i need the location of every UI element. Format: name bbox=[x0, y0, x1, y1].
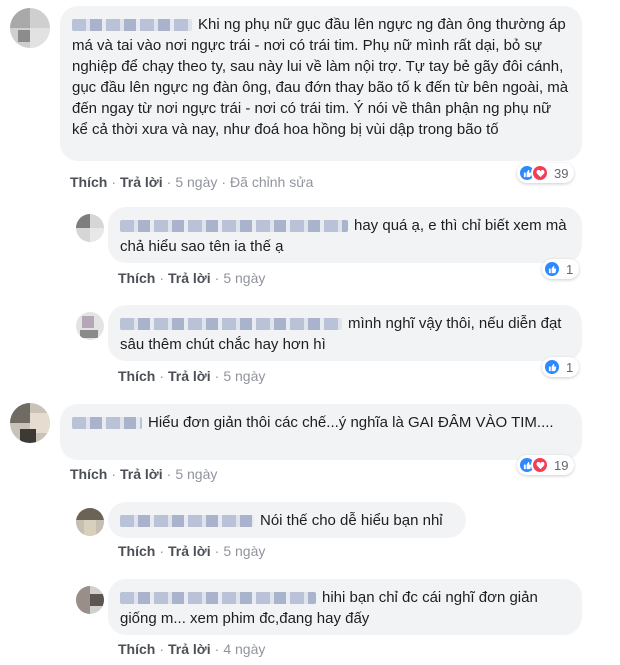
reaction-count: 19 bbox=[554, 457, 569, 473]
author-name-blurred[interactable] bbox=[120, 220, 348, 233]
reaction-count: 1 bbox=[566, 261, 574, 277]
avatar[interactable] bbox=[10, 403, 50, 443]
comment-bubble: hihi bạn chỉ đc cái nghĩ đơn giản giống … bbox=[108, 579, 582, 635]
author-name-blurred[interactable] bbox=[120, 515, 254, 528]
comment-bubble: Hiểu đơn giản thôi các chế...ý nghĩa là … bbox=[60, 404, 582, 460]
comment-actions: Thích · Trả lời · 5 ngày bbox=[118, 270, 266, 286]
reply-link[interactable]: Trả lời bbox=[168, 641, 211, 657]
comment-actions: Thích · Trả lời · 5 ngày bbox=[118, 368, 266, 384]
author-name-blurred[interactable] bbox=[120, 592, 316, 605]
avatar[interactable] bbox=[76, 586, 104, 614]
author-name-blurred[interactable] bbox=[72, 417, 142, 430]
reaction-summary[interactable]: 1 bbox=[542, 357, 580, 377]
timestamp[interactable]: 5 ngày bbox=[175, 466, 217, 482]
avatar[interactable] bbox=[10, 8, 50, 48]
comment-text: Nói thế cho dễ hiểu bạn nhỉ bbox=[260, 512, 443, 529]
reaction-count: 1 bbox=[566, 359, 574, 375]
like-link[interactable]: Thích bbox=[70, 174, 107, 190]
like-icon bbox=[543, 260, 561, 278]
reaction-summary[interactable]: 19 bbox=[517, 455, 575, 475]
reaction-count: 39 bbox=[554, 165, 569, 181]
comment-bubble: hay quá ạ, e thì chỉ biết xem mà chả hiể… bbox=[108, 207, 582, 263]
like-icon bbox=[543, 358, 561, 376]
comment-bubble: Nói thế cho dễ hiểu bạn nhỉ bbox=[108, 502, 466, 538]
like-link[interactable]: Thích bbox=[118, 368, 155, 384]
comment-bubble: Khi ng phụ nữ gục đầu lên ngực ng đàn ôn… bbox=[60, 6, 582, 161]
reply-link[interactable]: Trả lời bbox=[120, 466, 163, 482]
reaction-summary[interactable]: 1 bbox=[542, 259, 580, 279]
timestamp[interactable]: 5 ngày bbox=[223, 270, 265, 286]
reply-link[interactable]: Trả lời bbox=[168, 543, 211, 559]
like-link[interactable]: Thích bbox=[70, 466, 107, 482]
timestamp[interactable]: 5 ngày bbox=[223, 543, 265, 559]
love-icon bbox=[531, 456, 549, 474]
like-link[interactable]: Thích bbox=[118, 641, 155, 657]
comment-text: Khi ng phụ nữ gục đầu lên ngực ng đàn ôn… bbox=[72, 16, 569, 138]
like-link[interactable]: Thích bbox=[118, 543, 155, 559]
edited-label: Đã chỉnh sửa bbox=[230, 174, 314, 190]
author-name-blurred[interactable] bbox=[120, 318, 342, 331]
reply-link[interactable]: Trả lời bbox=[120, 174, 163, 190]
avatar[interactable] bbox=[76, 312, 104, 340]
comment-actions: Thích · Trả lời · 5 ngày bbox=[118, 543, 266, 559]
timestamp[interactable]: 5 ngày bbox=[223, 368, 265, 384]
author-name-blurred[interactable] bbox=[72, 19, 192, 32]
reaction-summary[interactable]: 39 bbox=[517, 163, 575, 183]
reply-link[interactable]: Trả lời bbox=[168, 368, 211, 384]
avatar[interactable] bbox=[76, 508, 104, 536]
timestamp[interactable]: 4 ngày bbox=[223, 641, 265, 657]
comment-bubble: mình nghĩ vậy thôi, nếu diễn đạt sâu thê… bbox=[108, 305, 582, 361]
love-icon bbox=[531, 164, 549, 182]
comment-actions: Thích · Trả lời · 4 ngày bbox=[118, 641, 266, 657]
comment-actions: Thích · Trả lời · 5 ngày · Đã chỉnh sửa bbox=[70, 174, 314, 190]
reply-link[interactable]: Trả lời bbox=[168, 270, 211, 286]
comment-actions: Thích · Trả lời · 5 ngày bbox=[70, 466, 218, 482]
avatar[interactable] bbox=[76, 214, 104, 242]
like-link[interactable]: Thích bbox=[118, 270, 155, 286]
comment-text: Hiểu đơn giản thôi các chế...ý nghĩa là … bbox=[148, 414, 554, 431]
timestamp[interactable]: 5 ngày bbox=[175, 174, 217, 190]
